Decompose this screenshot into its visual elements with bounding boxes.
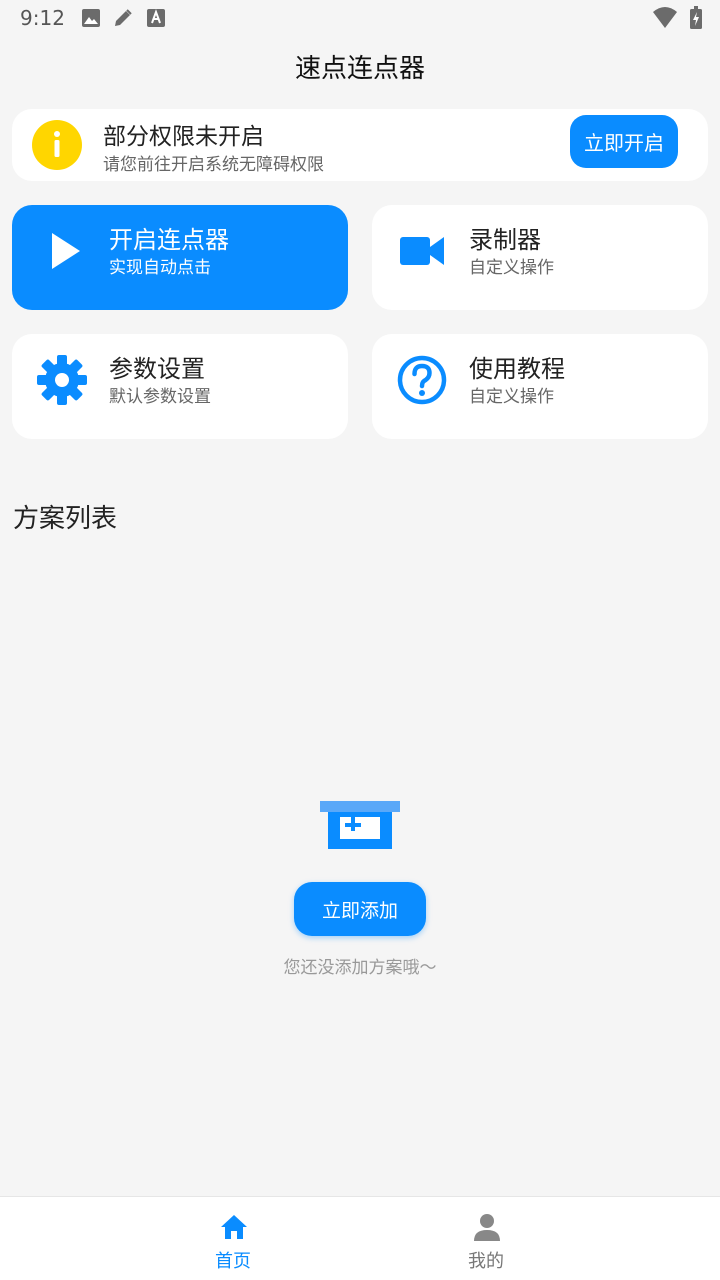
info-icon	[32, 120, 82, 170]
start-clicker-card[interactable]: 开启连点器 实现自动点击	[12, 205, 348, 310]
add-now-button[interactable]: 立即添加	[294, 882, 426, 936]
empty-hint: 您还没添加方案哦～	[283, 958, 437, 978]
permission-banner: 部分权限未开启 请您前往开启系统无障碍权限 立即开启	[12, 109, 708, 181]
battery-icon	[690, 6, 702, 29]
bottom-nav: 首页 我的	[0, 1196, 720, 1280]
settings-card[interactable]: 参数设置 默认参数设置	[12, 334, 348, 439]
nav-item-mine[interactable]: 我的	[396, 1197, 576, 1280]
nav-item-home[interactable]: 首页	[143, 1197, 323, 1280]
card-title: 录制器	[469, 226, 541, 254]
nav-label: 我的	[468, 1251, 504, 1272]
card-subtitle: 实现自动点击	[109, 258, 211, 278]
status-bar: 9:12	[0, 0, 720, 36]
help-icon	[397, 355, 447, 405]
image-icon	[82, 9, 100, 27]
card-title: 开启连点器	[109, 226, 229, 254]
card-subtitle: 自定义操作	[469, 387, 554, 407]
wifi-icon	[653, 7, 677, 28]
permission-title: 部分权限未开启	[103, 124, 264, 150]
status-time: 9:12	[20, 6, 65, 30]
permission-subtitle: 请您前往开启系统无障碍权限	[103, 155, 324, 175]
gear-icon	[37, 355, 87, 405]
card-title: 参数设置	[109, 355, 205, 383]
person-icon	[474, 1214, 500, 1241]
tutorial-card[interactable]: 使用教程 自定义操作	[372, 334, 708, 439]
recorder-card[interactable]: 录制器 自定义操作	[372, 205, 708, 310]
play-icon	[52, 233, 80, 269]
home-icon	[221, 1215, 247, 1239]
font-icon	[147, 9, 165, 27]
card-subtitle: 自定义操作	[469, 258, 554, 278]
video-camera-icon	[400, 237, 444, 265]
empty-box-icon	[320, 801, 400, 849]
nav-label: 首页	[215, 1251, 251, 1272]
page-title: 速点连点器	[294, 54, 425, 84]
section-title: 方案列表	[13, 504, 118, 534]
enable-now-button[interactable]: 立即开启	[570, 115, 678, 168]
card-subtitle: 默认参数设置	[109, 387, 211, 407]
home-screen: 9:12 速点连点器 部分权限未开启 请您前往开启系统无障碍权限 立即开启 开启…	[0, 0, 720, 1280]
pencil-icon	[115, 9, 132, 26]
card-title: 使用教程	[469, 355, 565, 383]
